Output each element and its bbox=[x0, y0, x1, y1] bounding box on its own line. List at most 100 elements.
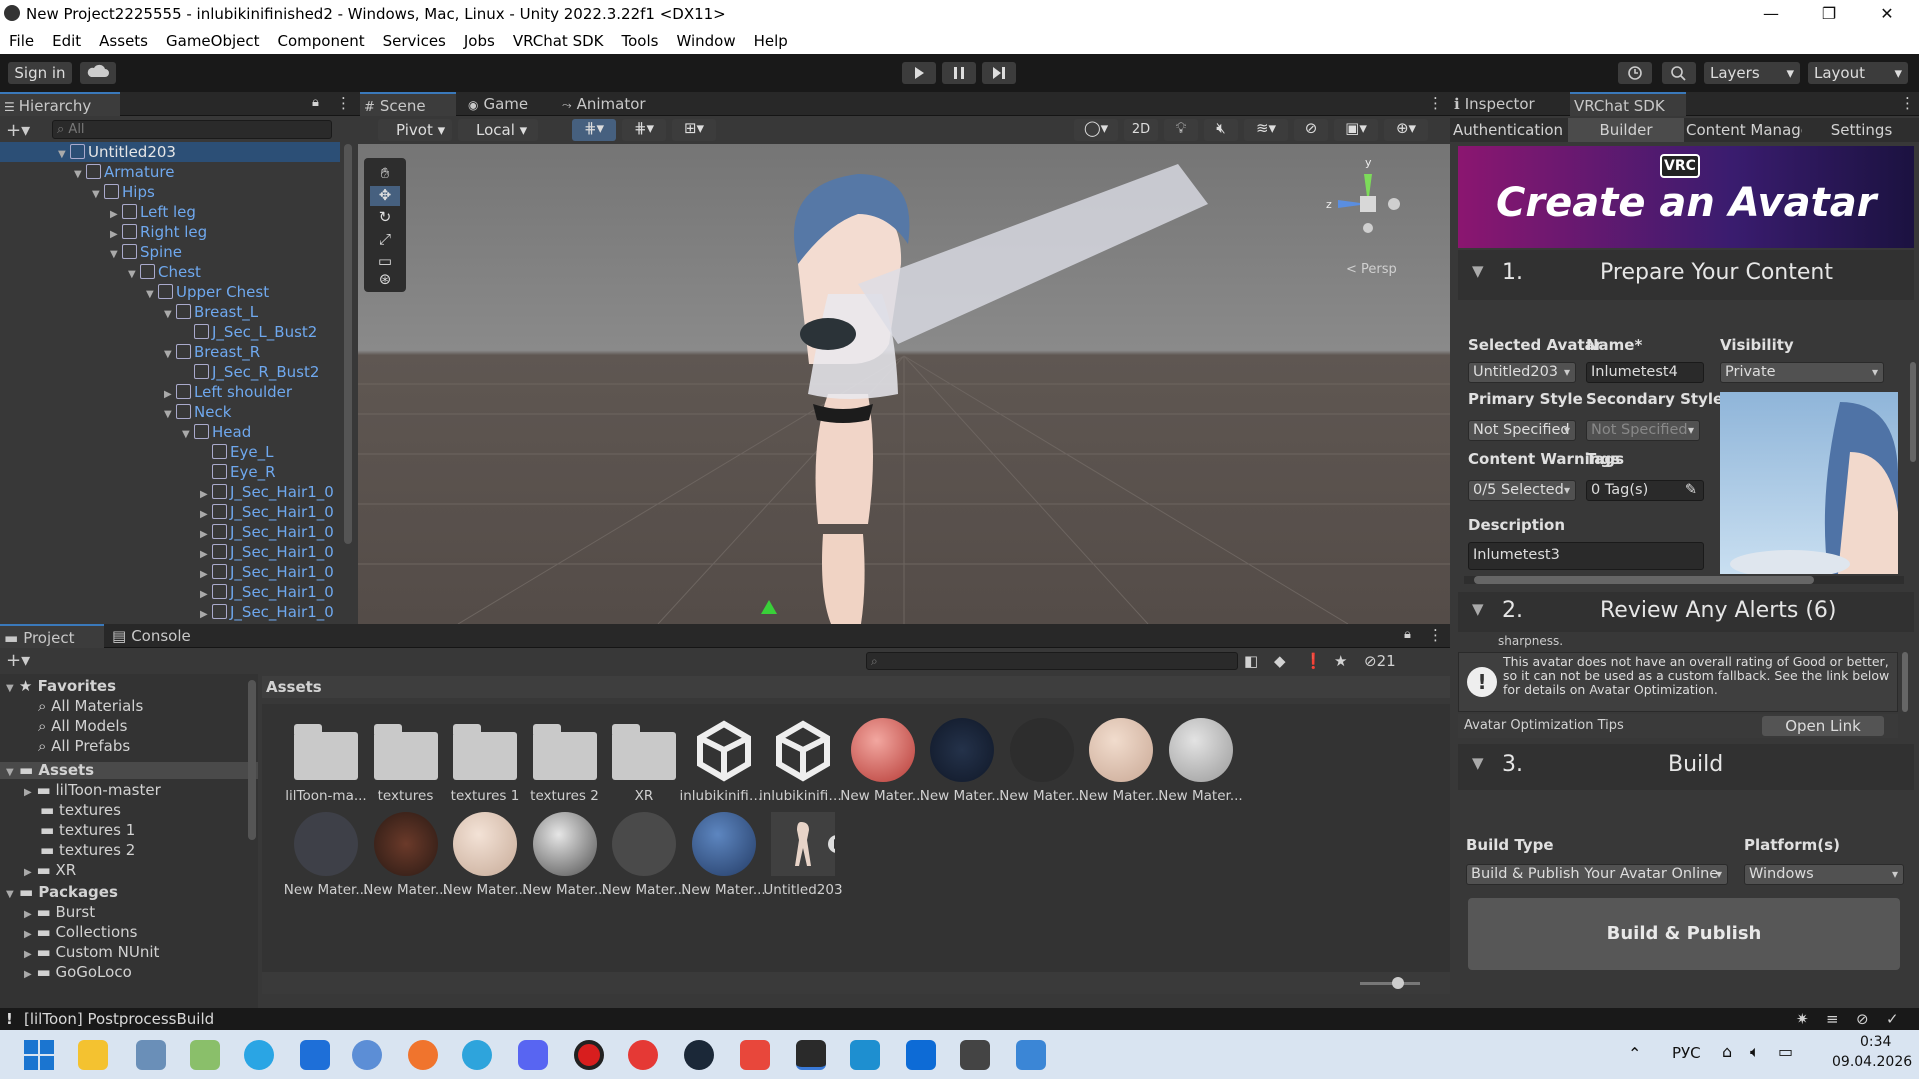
status-message[interactable]: [lilToon] PostprocessBuild bbox=[24, 1008, 214, 1030]
hidden-objects-toggle[interactable]: ⊘ bbox=[1294, 119, 1328, 141]
build-type-dropdown[interactable]: Build & Publish Your Avatar Online bbox=[1466, 864, 1728, 885]
debug-icon[interactable]: ✷ bbox=[1796, 1008, 1809, 1030]
hierarchy-item[interactable]: ▼ Chest bbox=[128, 262, 201, 282]
pivot-dropdown[interactable]: Pivot ▾ bbox=[378, 119, 452, 141]
package-burst[interactable]: ▶ ▬ Burst bbox=[24, 904, 95, 921]
build-and-publish-button[interactable]: Build & Publish bbox=[1468, 898, 1900, 970]
hierarchy-item[interactable]: J_Sec_L_Bust2 bbox=[182, 322, 317, 342]
chevron-down-icon[interactable]: ▼ bbox=[182, 425, 194, 445]
hand-tool-icon[interactable]: ✋︎ bbox=[370, 164, 400, 184]
hierarchy-item[interactable]: ▼ Hips bbox=[92, 182, 155, 202]
menu-gameobject[interactable]: GameObject bbox=[157, 32, 269, 50]
chevron-down-icon[interactable]: ▼ bbox=[164, 405, 176, 425]
layout-dropdown[interactable]: Layout ▾ bbox=[1808, 62, 1908, 84]
folder-textures-1[interactable]: ▬ textures 1 bbox=[40, 822, 135, 839]
chevron-down-icon[interactable]: ▼ bbox=[146, 285, 158, 305]
folder-textures-2[interactable]: ▬ textures 2 bbox=[40, 842, 135, 859]
hierarchy-item[interactable]: ▼ Breast_R bbox=[164, 342, 260, 362]
step-button[interactable] bbox=[982, 62, 1016, 84]
chevron-down-icon[interactable]: ▼ bbox=[92, 185, 104, 205]
favorite-all-materials[interactable]: ⌕ All Materials bbox=[38, 698, 143, 715]
menu-file[interactable]: File bbox=[0, 32, 43, 50]
chevron-up-icon[interactable]: ⌃ bbox=[1628, 1044, 1641, 1063]
avatar-thumbnail[interactable] bbox=[1720, 392, 1898, 574]
tab-vrchat-sdk[interactable]: VRChat SDK bbox=[1570, 92, 1686, 116]
zoom-slider-handle[interactable] bbox=[1392, 977, 1404, 989]
clock-time[interactable]: 0:34 bbox=[1860, 1034, 1891, 1050]
steam-icon[interactable] bbox=[684, 1040, 714, 1070]
platforms-dropdown[interactable]: Windows bbox=[1744, 864, 1904, 885]
file-explorer-icon[interactable] bbox=[78, 1040, 108, 1070]
package-gogoloco[interactable]: ▶ ▬ GoGoLoco bbox=[24, 964, 132, 981]
audio-toggle[interactable]: 🔇︎ bbox=[1204, 119, 1238, 141]
packages-root[interactable]: ▼ ▬ Packages bbox=[6, 884, 118, 901]
folder-xr[interactable]: ▶ ▬ XR bbox=[24, 862, 76, 879]
hierarchy-item[interactable]: Eye_L bbox=[200, 442, 273, 462]
menu-component[interactable]: Component bbox=[269, 32, 374, 50]
tab-hierarchy[interactable]: ☰ Hierarchy bbox=[0, 92, 120, 116]
discord-icon[interactable] bbox=[518, 1040, 548, 1070]
minimize-button[interactable]: — bbox=[1742, 0, 1800, 28]
folder-textures[interactable]: ▬ textures bbox=[40, 802, 121, 819]
hierarchy-item[interactable]: ▼ Upper Chest bbox=[146, 282, 269, 302]
hierarchy-item[interactable]: ▼ Spine bbox=[110, 242, 182, 262]
hierarchy-item[interactable]: ▶ Right leg bbox=[110, 222, 207, 242]
hierarchy-item[interactable]: ▶ Left shoulder bbox=[164, 382, 292, 402]
stack-icon[interactable]: ≡ bbox=[1826, 1008, 1839, 1030]
local-dropdown[interactable]: Local ▾ bbox=[458, 119, 538, 141]
maximize-button[interactable]: ❐ bbox=[1800, 0, 1858, 28]
edge-icon[interactable] bbox=[244, 1040, 274, 1070]
play-button[interactable] bbox=[902, 62, 936, 84]
telegram-icon[interactable] bbox=[462, 1040, 492, 1070]
wifi-icon[interactable]: ⌂ bbox=[1722, 1042, 1732, 1061]
search-by-type-icon[interactable]: ◧ bbox=[1244, 652, 1258, 670]
hierarchy-item[interactable]: ▶ J_Sec_Hair1_0 bbox=[200, 602, 334, 622]
section1-scrollbar[interactable] bbox=[1910, 362, 1916, 462]
hierarchy-search-input[interactable]: ⌕ All bbox=[52, 120, 332, 139]
effects-button[interactable]: ≋▾ bbox=[1244, 119, 1288, 141]
ruler-button[interactable]: ⊞▾ bbox=[672, 119, 716, 141]
unity-taskbar-icon[interactable] bbox=[796, 1040, 826, 1070]
sdk-tab-builder[interactable]: Builder bbox=[1568, 118, 1684, 142]
search-by-label-icon[interactable]: ◆ bbox=[1274, 652, 1286, 670]
hierarchy-item[interactable]: ▼ Armature bbox=[74, 162, 174, 182]
secondary-style-dropdown[interactable]: Not Specified bbox=[1586, 420, 1700, 441]
sdk-tab-content-manager[interactable]: Content Manage bbox=[1686, 118, 1802, 142]
section-build-header[interactable]: ▼ 3. Build bbox=[1458, 744, 1914, 790]
favorite-all-models[interactable]: ⌕ All Models bbox=[38, 718, 127, 735]
sdk-tab-settings[interactable]: Settings bbox=[1804, 118, 1919, 142]
hierarchy-item[interactable]: ▶ J_Sec_Hair1_0 bbox=[200, 522, 334, 542]
obs-record-icon[interactable] bbox=[574, 1040, 604, 1070]
history-button[interactable] bbox=[1618, 62, 1652, 84]
2d-toggle[interactable]: 2D bbox=[1124, 119, 1158, 141]
more-menu-icon[interactable]: ⋮ bbox=[1900, 94, 1915, 112]
assets-root[interactable]: ▼ ▬ Assets bbox=[0, 762, 258, 779]
favorites-header[interactable]: ▼ ★ Favorites bbox=[6, 678, 116, 695]
more-menu-icon[interactable]: ⋮ bbox=[1428, 94, 1443, 112]
create-asset-button[interactable]: +▾ bbox=[6, 650, 30, 671]
volume-icon[interactable]: 🔈︎ bbox=[1750, 1042, 1760, 1062]
menu-tools[interactable]: Tools bbox=[612, 32, 667, 50]
persp-label[interactable]: < Persp bbox=[1346, 262, 1397, 277]
menu-help[interactable]: Help bbox=[745, 32, 797, 50]
close-button[interactable]: ✕ bbox=[1858, 0, 1916, 28]
warning-filter-icon[interactable]: ❗ bbox=[1304, 652, 1323, 670]
paint-icon[interactable] bbox=[1016, 1040, 1046, 1070]
minecraft-icon[interactable] bbox=[190, 1040, 220, 1070]
hierarchy-item[interactable]: ▶ J_Sec_Hair1_0 bbox=[200, 482, 334, 502]
tab-inspector[interactable]: ℹ Inspector bbox=[1450, 92, 1566, 116]
favorite-all-prefabs[interactable]: ⌕ All Prefabs bbox=[38, 738, 130, 755]
avatar-name-input[interactable]: Inlumetest4 bbox=[1586, 362, 1704, 383]
tab-console[interactable]: ▤ Console bbox=[108, 624, 212, 648]
menu-jobs[interactable]: Jobs bbox=[455, 32, 504, 50]
create-button[interactable]: +▾ bbox=[6, 120, 30, 141]
chevron-right-icon[interactable]: ▶ bbox=[200, 605, 212, 622]
language-indicator[interactable]: РУС bbox=[1672, 1044, 1701, 1062]
photos-icon[interactable] bbox=[136, 1040, 166, 1070]
rotate-tool-icon[interactable]: ↻ bbox=[370, 208, 400, 228]
visibility-dropdown[interactable]: Private bbox=[1720, 362, 1884, 383]
orientation-gizmo[interactable]: y z bbox=[1318, 154, 1418, 254]
firefox-icon[interactable] bbox=[408, 1040, 438, 1070]
scale-tool-icon[interactable]: ⤢ bbox=[370, 230, 400, 250]
hierarchy-scrollbar[interactable] bbox=[344, 144, 352, 544]
